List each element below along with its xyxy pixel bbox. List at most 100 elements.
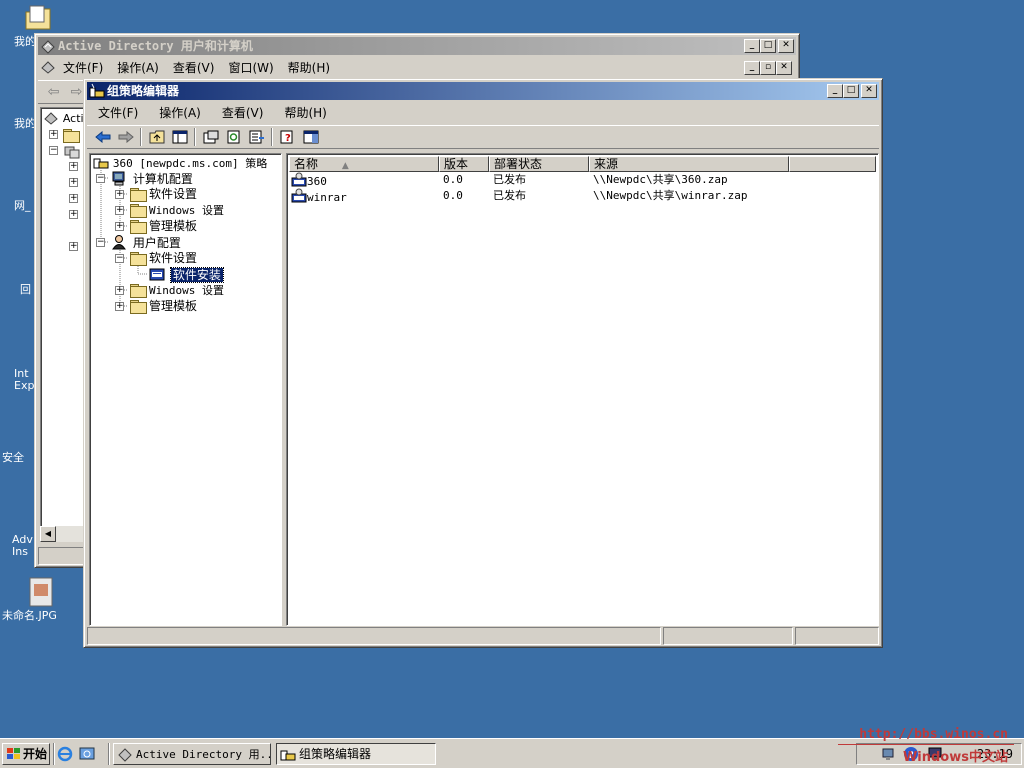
quick-launch-ie[interactable] xyxy=(57,746,73,765)
tree-item-user-config[interactable]: 用户配置 xyxy=(111,234,181,250)
group-policy-editor-window[interactable]: 组策略编辑器 _ □ ✕ 文件(F) 操作(A) 查看(V) 帮助(H) ? 3… xyxy=(83,78,883,648)
show-hide-action-pane-button[interactable] xyxy=(299,126,322,148)
column-header-source[interactable]: 来源 xyxy=(589,156,789,172)
maximize-button[interactable]: □ xyxy=(843,84,859,98)
help-tray-icon[interactable]: ? xyxy=(903,746,919,765)
clock[interactable]: 23:19 xyxy=(977,747,1013,761)
start-button[interactable]: 开始 xyxy=(2,743,50,765)
system-tray: ? 23:19 xyxy=(856,743,1022,765)
forward-button[interactable] xyxy=(114,126,137,148)
close-button[interactable]: ✕ xyxy=(778,39,794,53)
tree-item-computer-config[interactable]: 计算机配置 xyxy=(111,170,193,186)
minimize-button[interactable]: _ xyxy=(827,84,843,98)
group-policy-icon xyxy=(280,746,296,764)
cell-version: 0.0 xyxy=(443,173,463,186)
quick-launch-separator xyxy=(53,743,55,765)
cell-name: 360 xyxy=(289,172,439,188)
tree-item-user-windows-settings[interactable]: Windows 设置 xyxy=(130,282,224,298)
maximize-button[interactable]: □ xyxy=(760,39,776,53)
gpe-title-text: 组策略编辑器 xyxy=(107,84,180,98)
properties-button[interactable] xyxy=(199,126,222,148)
monitor-icon[interactable] xyxy=(927,746,943,765)
collapse-icon[interactable]: − xyxy=(49,146,58,155)
policy-icon xyxy=(93,154,109,174)
refresh-button[interactable] xyxy=(222,126,245,148)
gpe-list-pane[interactable]: 名称 ▲ 版本 部署状态 来源 360 0.0 已发布 \\Newpdc\共享\… xyxy=(286,153,879,626)
minimize-icon: _ xyxy=(832,85,838,95)
tree-item-label: Windows 设置 xyxy=(149,284,224,297)
gpe-title-bar[interactable]: 组策略编辑器 _ □ ✕ xyxy=(87,82,879,100)
expand-icon[interactable]: + xyxy=(115,190,124,199)
gpe-toolbar: ? xyxy=(87,125,879,149)
table-row[interactable]: winrar 0.0 已发布 \\Newpdc\共享\winrar.zap xyxy=(289,188,876,204)
properties-icon xyxy=(203,130,218,144)
svg-text:?: ? xyxy=(908,750,914,761)
package-icon xyxy=(291,172,307,188)
network-icon[interactable] xyxy=(881,746,897,765)
expand-icon[interactable]: + xyxy=(69,242,78,251)
expand-icon[interactable]: + xyxy=(69,178,78,187)
up-one-level-button[interactable] xyxy=(145,126,168,148)
gpe-tree-pane[interactable]: 360 [newpdc.ms.com] 策略 − 计算机配置 + 软件设置 + … xyxy=(89,153,282,626)
help-button[interactable]: ? xyxy=(276,126,299,148)
back-button[interactable] xyxy=(91,126,114,148)
gpe-menu-file[interactable]: 文件(F) xyxy=(91,104,145,122)
taskbar-button-group-policy[interactable]: 组策略编辑器 xyxy=(276,743,436,765)
column-label: 名称 xyxy=(294,157,319,171)
left-arrow-icon: ◀ xyxy=(44,529,52,538)
collapse-icon[interactable]: − xyxy=(115,254,124,263)
desktop-icon-jpg-file[interactable]: 未命名.JPG xyxy=(0,576,76,622)
gpe-menu-view[interactable]: 查看(V) xyxy=(208,104,271,122)
ad-menu-view[interactable]: 查看(V) xyxy=(166,59,222,77)
tree-item-computer-software-settings[interactable]: 软件设置 xyxy=(130,186,197,202)
quick-launch-desktop[interactable] xyxy=(79,746,95,765)
active-directory-icon xyxy=(40,38,56,54)
desktop-icon-label: 未命名.JPG xyxy=(2,609,57,622)
tree-item-computer-windows-settings[interactable]: Windows 设置 xyxy=(130,202,224,218)
export-list-button[interactable] xyxy=(245,126,268,148)
tree-item-policy-root[interactable]: 360 [newpdc.ms.com] 策略 xyxy=(93,154,267,170)
tree-item-label: 计算机配置 xyxy=(132,172,193,186)
ad-title-bar[interactable]: Active Directory 用户和计算机 _ □ ✕ xyxy=(38,37,796,55)
column-header-name[interactable]: 名称 ▲ xyxy=(289,156,439,172)
collapse-icon[interactable]: − xyxy=(96,174,105,183)
ad-tree-pane[interactable]: Acti + − + + + + + xyxy=(40,107,86,541)
expand-icon[interactable]: + xyxy=(49,130,58,139)
child-minimize-button[interactable]: _ xyxy=(744,61,760,75)
ad-menu-action[interactable]: 操作(A) xyxy=(110,59,166,77)
gpe-menu-help[interactable]: 帮助(H) xyxy=(270,104,333,122)
expand-icon[interactable]: + xyxy=(115,206,124,215)
mmc-icon[interactable] xyxy=(38,60,56,77)
collapse-icon[interactable]: − xyxy=(96,238,105,247)
column-header-deploy-state[interactable]: 部署状态 xyxy=(489,156,589,172)
expand-icon[interactable]: + xyxy=(69,162,78,171)
column-header-version[interactable]: 版本 xyxy=(439,156,489,172)
expand-icon[interactable]: + xyxy=(115,302,124,311)
tree-item-label: Windows 设置 xyxy=(149,204,224,217)
gpe-menu-action[interactable]: 操作(A) xyxy=(145,104,208,122)
show-hide-tree-button[interactable] xyxy=(168,126,191,148)
child-restore-button[interactable]: ▫ xyxy=(760,61,776,75)
tree-item-software-installation[interactable]: 软件安装 xyxy=(149,266,224,283)
ad-menu-window[interactable]: 窗口(W) xyxy=(221,59,280,77)
scroll-left-button[interactable]: ◀ xyxy=(40,526,56,542)
tree-item-user-admin-templates[interactable]: 管理模板 xyxy=(130,298,197,314)
table-row[interactable]: 360 0.0 已发布 \\Newpdc\共享\360.zap xyxy=(289,172,876,188)
expand-icon[interactable]: + xyxy=(115,222,124,231)
minimize-button[interactable]: _ xyxy=(744,39,760,53)
back-button[interactable]: ⇦ xyxy=(42,81,65,103)
expand-icon[interactable]: + xyxy=(115,286,124,295)
forward-arrow-icon xyxy=(118,131,134,143)
ad-menu-help[interactable]: 帮助(H) xyxy=(281,59,337,77)
tree-item-computer-admin-templates[interactable]: 管理模板 xyxy=(130,218,197,234)
close-button[interactable]: ✕ xyxy=(861,84,877,98)
expand-icon[interactable]: + xyxy=(69,210,78,219)
status-pane-main xyxy=(87,627,661,645)
tree-item-user-software-settings[interactable]: 软件设置 xyxy=(130,250,197,266)
expand-icon[interactable]: + xyxy=(69,194,78,203)
ad-menu-file[interactable]: 文件(F) xyxy=(56,59,110,77)
ad-horizontal-scrollbar[interactable]: ◀ xyxy=(40,526,86,542)
child-close-button[interactable]: ✕ xyxy=(776,61,792,75)
ad-tree-root[interactable]: Acti xyxy=(43,110,84,126)
taskbar-button-active-directory[interactable]: Active Directory 用... xyxy=(113,743,271,765)
